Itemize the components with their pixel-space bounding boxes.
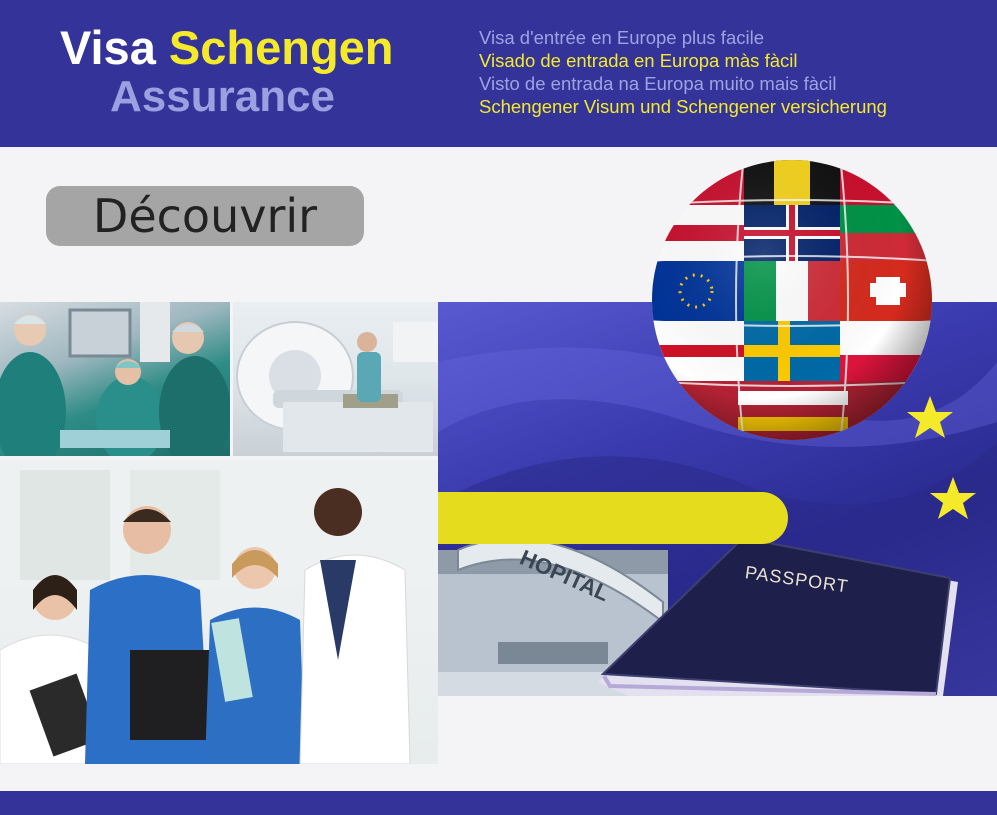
header-banner: Visa Schengen Assurance Visa d'entrée en… bbox=[0, 0, 997, 147]
tagline-list: Visa d'entrée en Europe plus facile Visa… bbox=[479, 26, 887, 118]
tagline-portuguese: Visto de entrada na Europa muito mais fà… bbox=[479, 73, 837, 94]
logo-visa: Visa bbox=[60, 21, 156, 74]
medical-staff-photo bbox=[0, 460, 438, 764]
logo-schengen: Schengen bbox=[168, 21, 394, 74]
ct-scan-photo bbox=[233, 302, 438, 456]
flag-globe-image bbox=[648, 155, 936, 445]
tagline-french: Visa d'entrée en Europe plus facile bbox=[479, 27, 764, 48]
yellow-accent-bar bbox=[438, 492, 788, 544]
tagline-spanish: Visado de entrada en Europa màs fàcil bbox=[479, 50, 798, 71]
logo-title: Visa Schengen bbox=[60, 22, 394, 74]
logo-assurance: Assurance bbox=[110, 72, 336, 121]
discover-button[interactable]: Découvrir bbox=[46, 186, 364, 246]
surgery-photo bbox=[0, 302, 230, 456]
tagline-german: Schengener Visum und Schengener versiche… bbox=[479, 96, 887, 117]
footer-bar bbox=[0, 791, 997, 815]
